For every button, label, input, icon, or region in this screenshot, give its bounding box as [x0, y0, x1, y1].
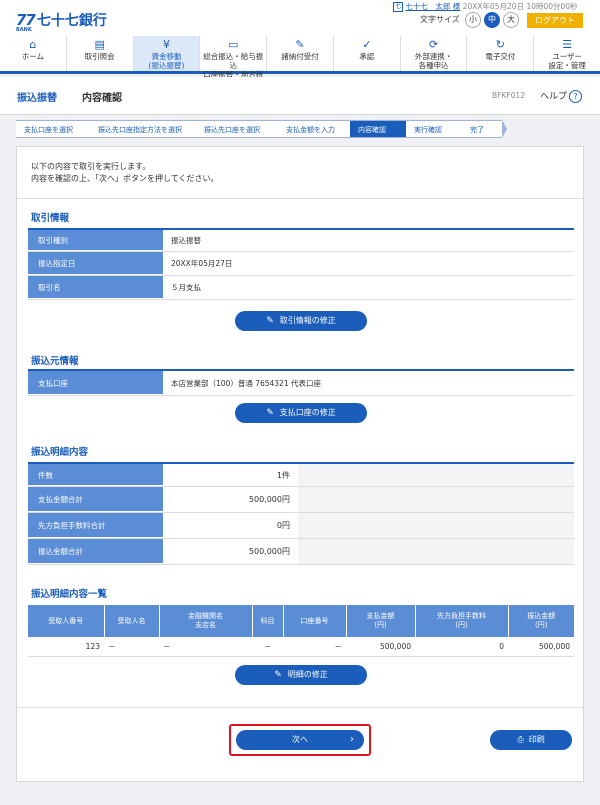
table-header-row: 受取人番号 受取人名 金融機関名 支店名 科目 口座番号 支払金額 (円) 先方… [28, 605, 574, 637]
nav-payment[interactable]: ✎ 諸納付受付 [267, 36, 334, 71]
login-datetime: 20XX年05月20日 10時00分00秒 [462, 2, 578, 11]
source-info-table: 支払口座 本店営業部（100）普通 7654321 代表口座 [28, 369, 574, 396]
nav-bulk-transfer[interactable]: ▭ 総合振込・給与振込 口座振替・地方税 [200, 36, 268, 79]
yen-transfer-icon: ¥ [162, 38, 170, 51]
user-name[interactable]: 七十七 太郎 様 [405, 2, 460, 11]
table-row: 支払金額合計 500,000円 [28, 487, 574, 513]
col-recipient-name: 受取人名 [104, 605, 160, 637]
chevron-right-icon: › [350, 734, 354, 745]
next-button-highlight: 次へ › [229, 724, 371, 756]
divider [17, 707, 583, 708]
table-row: 先方負担手数料合計 0円 [28, 513, 574, 539]
edit-transaction-info-button[interactable]: ✎ 取引情報の修正 [235, 311, 367, 331]
col-payment-amount: 支払金額 (円) [346, 605, 416, 637]
settings-icon: ☰ [562, 38, 573, 51]
col-recipient-number: 受取人番号 [28, 605, 105, 637]
table-row: 123 － － － － 500,000 0 500,000 [28, 637, 574, 657]
bank-logo[interactable]: 77 七十七銀行 BANK [16, 10, 107, 33]
edit-source-account-button[interactable]: ✎ 支払口座の修正 [235, 403, 367, 423]
nav-home[interactable]: ⌂ ホーム [0, 36, 67, 71]
link-icon: ⟳ [428, 38, 439, 51]
transaction-info-table: 取引種別 振込振替 振込指定日 20XX年05月27日 取引名 ５月支払 [28, 228, 574, 300]
nav-user-settings[interactable]: ☰ ユーザー 設定・管理 [534, 36, 600, 71]
detail-list-table: 受取人番号 受取人名 金融機関名 支店名 科目 口座番号 支払金額 (円) 先方… [28, 605, 574, 657]
source-info-title: 振込元情報 [31, 356, 79, 367]
detail-summary-title: 振込明細内容 [31, 447, 89, 458]
content-panel: 以下の内容で取引を実行します。 内容を確認の上、「次へ」ボタンを押してください。… [16, 146, 584, 782]
document-icon: ▤ [94, 38, 105, 51]
title-bar: 振込振替 内容確認 BFKF012 ヘルプ? [0, 77, 600, 115]
refresh-icon: ↻ [495, 38, 505, 51]
page-title: 振込振替 [17, 93, 57, 104]
divider [17, 198, 583, 199]
user-info: 七 七十七 太郎 様 20XX年05月20日 10時00分00秒 [393, 1, 578, 12]
print-button[interactable]: ⎙ 印刷 [490, 730, 572, 750]
global-nav: ⌂ ホーム ▤ 取引照会 ¥ 資金移動 (振込振替) ▭ 総合振込・給与振込 口座振替・… [0, 36, 600, 79]
table-row: 支払口座 本店営業部（100）普通 7654321 代表口座 [28, 371, 574, 396]
monitor-icon: ▭ [228, 38, 239, 51]
detail-summary-table: 件数 1件 支払金額合計 500,000円 先方負担手数料合計 0円 振込金額合計 50… [28, 462, 574, 565]
edit-details-button[interactable]: ✎ 明細の修正 [235, 665, 367, 685]
logout-button[interactable]: ログアウト [527, 13, 583, 28]
intro-text: 以下の内容で取引を実行します。 内容を確認の上、「次へ」ボタンを押してください。 [31, 162, 219, 183]
col-account-number: 口座番号 [283, 605, 347, 637]
step-4: 支払金額を入力 [278, 120, 357, 138]
logo-sub: BANK [16, 27, 32, 33]
table-row: 件数 1件 [28, 464, 574, 487]
font-size-large-button[interactable]: 大 [503, 12, 519, 28]
col-account-type: 科目 [252, 605, 284, 637]
col-bank-branch: 金融機関名 支店名 [159, 605, 253, 637]
table-row: 振込指定日 20XX年05月27日 [28, 252, 574, 276]
header: 77 七十七銀行 BANK 七 七十七 太郎 様 20XX年05月20日 10時0… [0, 0, 600, 36]
step-indicator: 支払口座を選択 振込先口座指定方法を選択 振込先口座を選択 支払金額を入力 内容… [16, 120, 584, 138]
table-row: 取引種別 振込振替 [28, 230, 574, 252]
step-7: 完了 [462, 120, 507, 138]
home-icon: ⌂ [29, 38, 37, 51]
nav-transfer[interactable]: ¥ 資金移動 (振込振替) [133, 36, 201, 71]
transaction-info-title: 取引情報 [31, 213, 70, 224]
logo-name: 七十七銀行 [36, 13, 107, 29]
page-subtitle: 内容確認 [82, 93, 122, 104]
printer-icon: ⎙ [517, 735, 524, 744]
nav-inquiry[interactable]: ▤ 取引照会 [67, 36, 134, 71]
step-3: 振込先口座を選択 [196, 120, 285, 138]
nav-approve[interactable]: ✓ 承認 [334, 36, 401, 71]
payment-icon: ✎ [295, 38, 305, 51]
font-size-label: 文字サイズ [420, 15, 460, 24]
pencil-icon: ✎ [266, 316, 274, 326]
next-button[interactable]: 次へ › [236, 730, 364, 750]
help-icon: ? [569, 90, 583, 103]
pencil-icon: ✎ [266, 408, 274, 418]
approve-icon: ✓ [362, 38, 372, 51]
screen-code: BFKF012 [492, 91, 526, 100]
pencil-icon: ✎ [274, 670, 282, 680]
font-size-small-button[interactable]: 小 [465, 12, 481, 28]
nav-external[interactable]: ⟳ 外部連携・ 各種申込 [401, 36, 468, 71]
help-link[interactable]: ヘルプ? [540, 89, 583, 103]
step-1: 支払口座を選択 [16, 120, 97, 138]
user-icon: 七 [393, 2, 403, 12]
table-row: 振込金額合計 500,000円 [28, 539, 574, 565]
step-5-current: 内容確認 [350, 120, 413, 138]
font-size-medium-button[interactable]: 中 [484, 12, 500, 28]
col-transfer-amount: 振込金額 (円) [508, 605, 574, 637]
table-row: 取引名 ５月支払 [28, 276, 574, 300]
detail-list-title: 振込明細内容一覧 [31, 589, 108, 600]
nav-e-delivery[interactable]: ↻ 電子交付 [467, 36, 535, 71]
step-6: 実行確認 [406, 120, 469, 138]
col-fee: 先方負担手数料 (円) [415, 605, 509, 637]
step-2: 振込先口座指定方法を選択 [90, 120, 203, 138]
